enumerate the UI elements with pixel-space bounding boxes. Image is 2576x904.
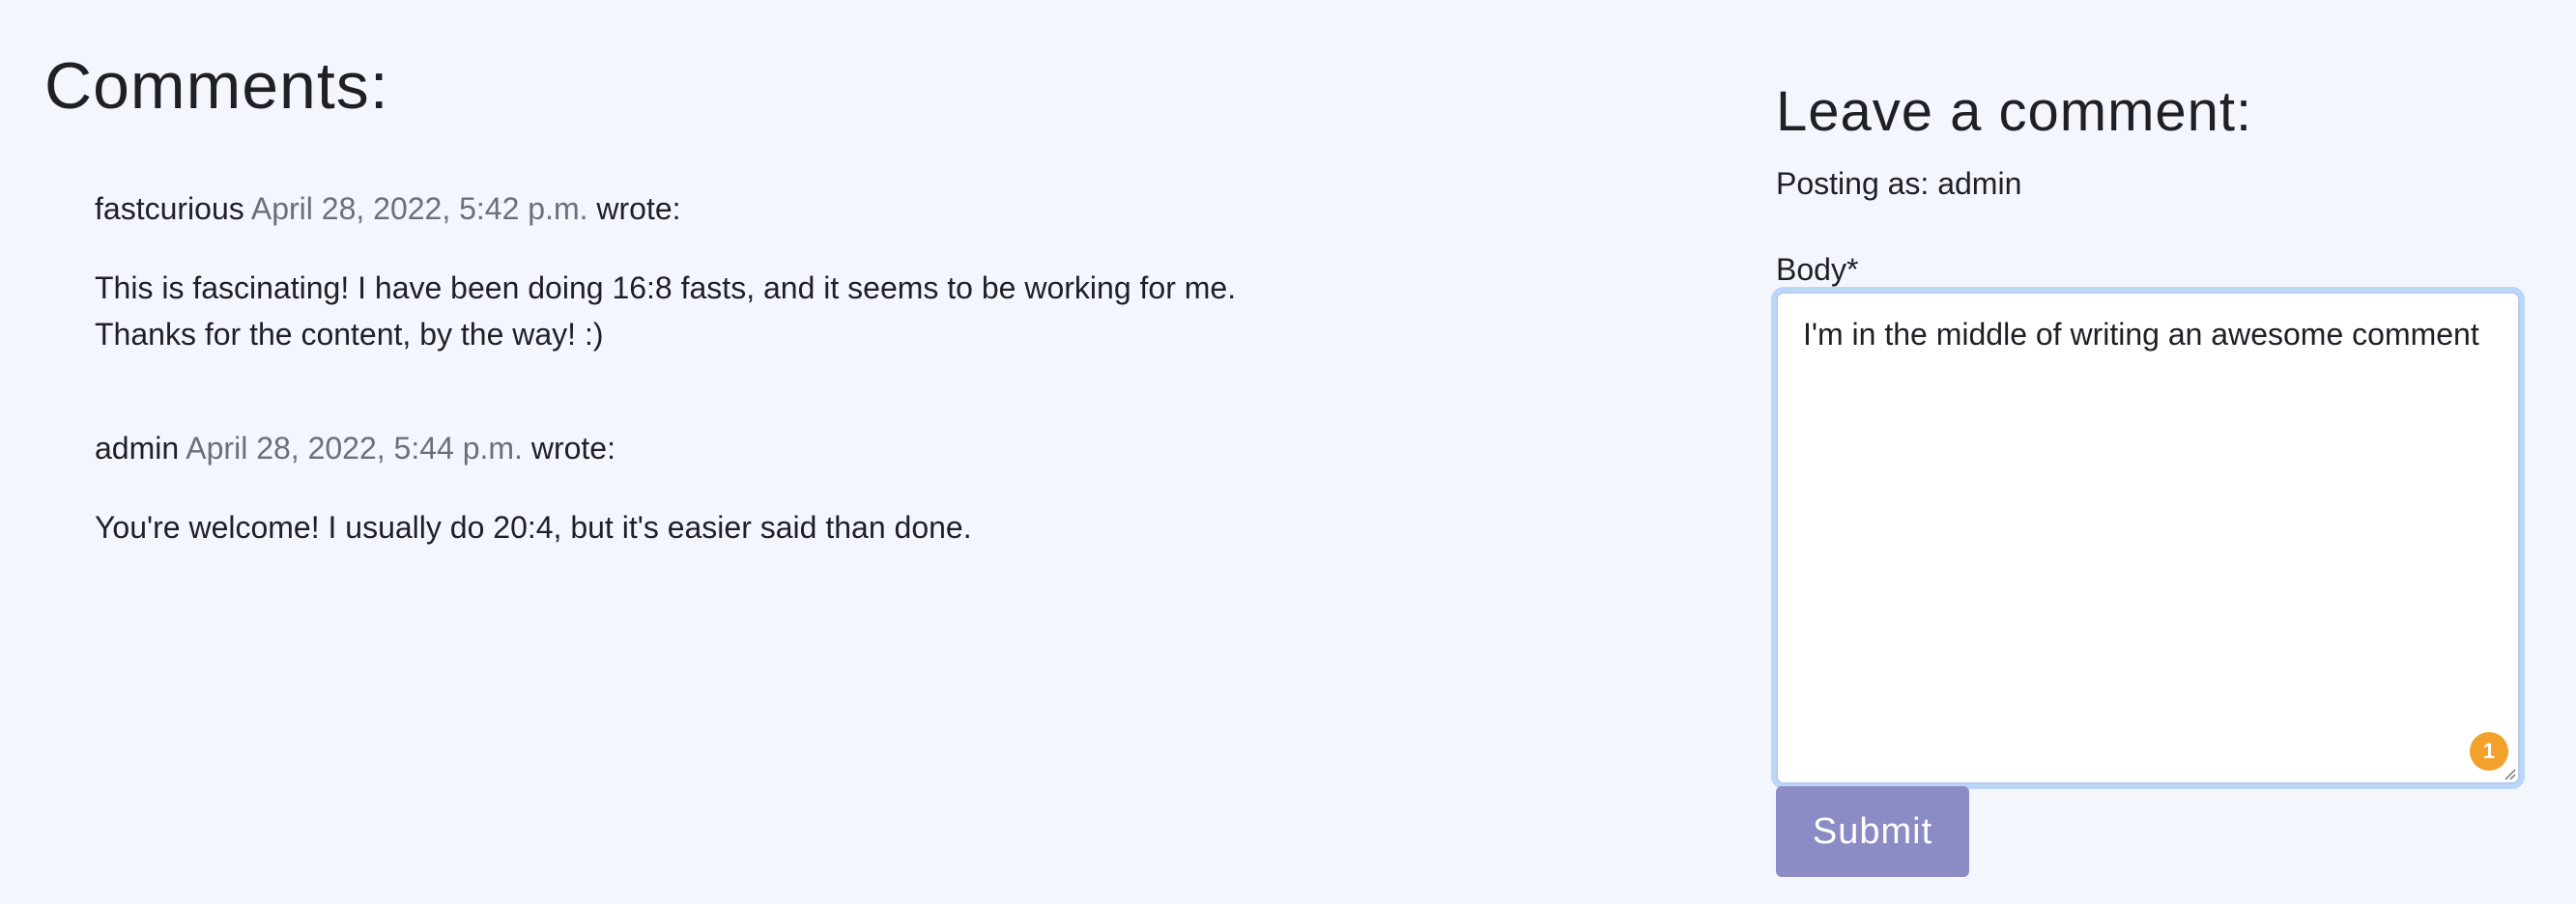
comment-header: fastcurious April 28, 2022, 5:42 p.m. wr…: [95, 189, 1447, 228]
comment-date: April 28, 2022, 5:44 p.m.: [186, 431, 523, 466]
comment-item: fastcurious April 28, 2022, 5:42 p.m. wr…: [95, 189, 1447, 357]
notification-badge[interactable]: 1: [2470, 732, 2508, 771]
body-field-wrapper: 1: [1776, 292, 2520, 784]
comment-item: admin April 28, 2022, 5:44 p.m. wrote: Y…: [95, 429, 1447, 551]
comment-author: admin: [95, 431, 180, 466]
comment-header: admin April 28, 2022, 5:44 p.m. wrote:: [95, 429, 1447, 467]
comment-wrote-label: wrote:: [530, 431, 615, 466]
resize-handle-icon[interactable]: [2503, 767, 2516, 780]
body-label: Body*: [1776, 252, 1859, 287]
submit-button[interactable]: Submit: [1776, 786, 1969, 877]
posting-as-text: Posting as: admin: [1776, 166, 2022, 201]
comments-title: Comments:: [44, 49, 389, 123]
comment-date: April 28, 2022, 5:42 p.m.: [250, 191, 588, 226]
comment-body: You're welcome! I usually do 20:4, but i…: [95, 510, 972, 545]
comment-wrote-label: wrote:: [596, 191, 681, 226]
comment-author: fastcurious: [95, 191, 244, 226]
body-textarea[interactable]: [1778, 294, 2518, 782]
form-title: Leave a comment:: [1776, 80, 2253, 143]
comment-body: This is fascinating! I have been doing 1…: [95, 270, 1237, 352]
